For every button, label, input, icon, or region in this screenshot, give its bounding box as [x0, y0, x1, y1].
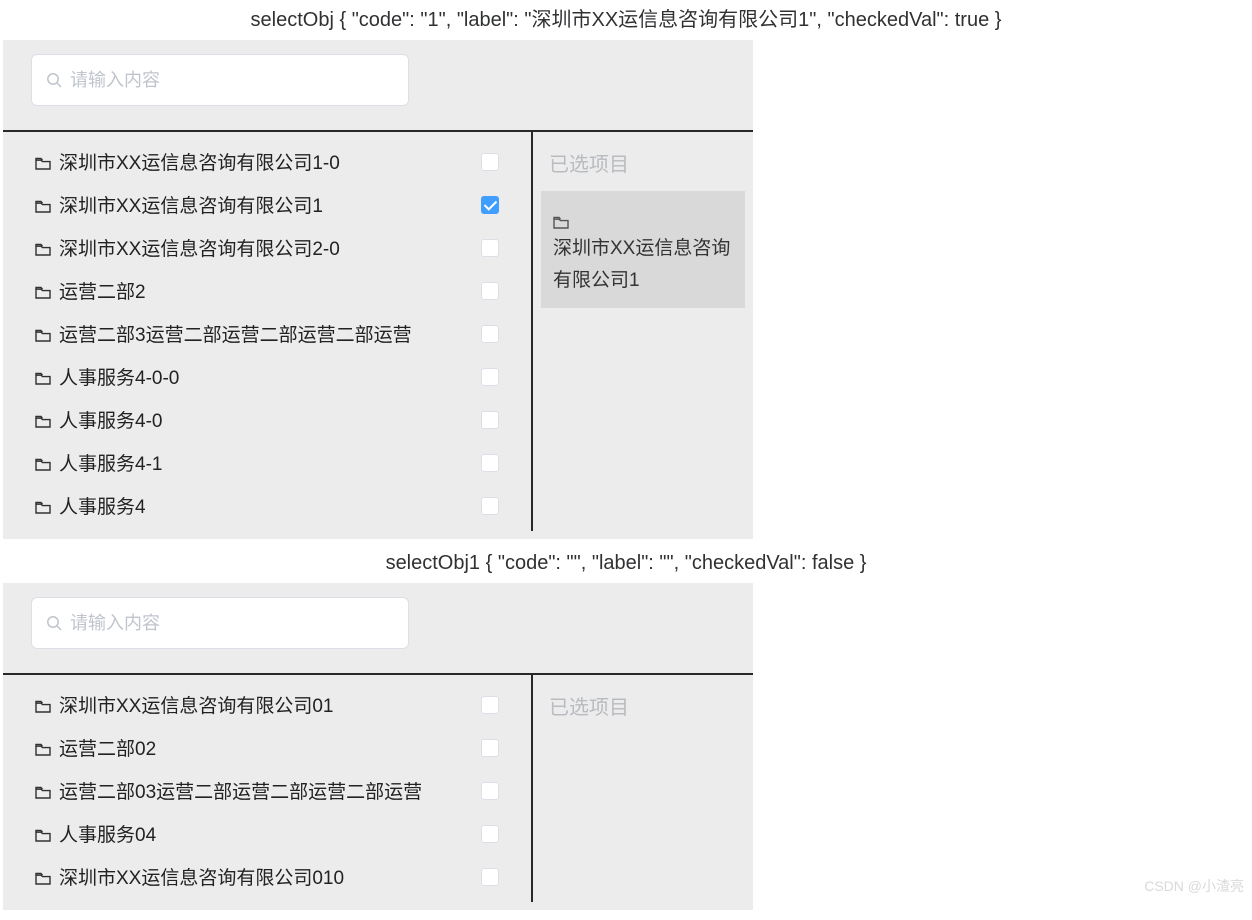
- tree-item[interactable]: 人事服务4-0-0: [3, 355, 531, 398]
- checkbox[interactable]: [481, 368, 499, 386]
- search-input-wrap[interactable]: [31, 597, 409, 649]
- debug-output-1: selectObj { "code": "1", "label": "深圳市XX…: [0, 0, 1252, 38]
- checkbox[interactable]: [481, 325, 499, 343]
- search-icon: [46, 72, 62, 88]
- debug-output-2: selectObj1 { "code": "", "label": "", "c…: [0, 549, 1252, 581]
- tree-item[interactable]: 深圳市XX运信息咨询有限公司2-0: [3, 226, 531, 269]
- selected-header: 已选项目: [533, 142, 753, 191]
- folder-icon: [553, 209, 569, 223]
- checkbox[interactable]: [481, 282, 499, 300]
- tree-item[interactable]: 人事服务4-1: [3, 441, 531, 484]
- select-panel-2: 深圳市XX运信息咨询有限公司01 运营二部02 运营二部03运营二部运营二部运营二部…: [3, 583, 753, 910]
- search-input[interactable]: [70, 613, 394, 634]
- tree-item-label: 人事服务4-1: [59, 449, 473, 476]
- checkbox[interactable]: [481, 196, 499, 214]
- tree-item[interactable]: 深圳市XX运信息咨询有限公司010: [3, 855, 531, 898]
- checkbox[interactable]: [481, 739, 499, 757]
- folder-icon: [35, 413, 51, 427]
- search-input-wrap[interactable]: [31, 54, 409, 106]
- tree-item[interactable]: 人事服务4-0: [3, 398, 531, 441]
- checkbox[interactable]: [481, 411, 499, 429]
- folder-icon: [35, 456, 51, 470]
- checkbox[interactable]: [481, 497, 499, 515]
- search-icon: [46, 615, 62, 631]
- folder-icon: [35, 241, 51, 255]
- tree-item[interactable]: 运营二部3运营二部运营二部运营二部运营: [3, 312, 531, 355]
- search-input[interactable]: [70, 70, 394, 91]
- checkbox[interactable]: [481, 825, 499, 843]
- folder-icon: [35, 870, 51, 884]
- checkbox[interactable]: [481, 239, 499, 257]
- folder-icon: [35, 698, 51, 712]
- checkbox[interactable]: [481, 153, 499, 171]
- checkbox[interactable]: [481, 868, 499, 886]
- folder-icon: [35, 741, 51, 755]
- tree-item-label: 人事服务4-0: [59, 406, 473, 433]
- folder-icon: [35, 284, 51, 298]
- tree-item[interactable]: 运营二部02: [3, 726, 531, 769]
- tree-item-label: 人事服务4-0-0: [59, 363, 473, 390]
- folder-icon: [35, 370, 51, 384]
- tree-item-label: 运营二部3运营二部运营二部运营二部运营: [59, 320, 473, 347]
- tree-list: 深圳市XX运信息咨询有限公司1-0 深圳市XX运信息咨询有限公司1 深圳市XX运信息…: [3, 132, 533, 531]
- tree-item[interactable]: 人事服务4: [3, 484, 531, 527]
- checkbox[interactable]: [481, 782, 499, 800]
- folder-icon: [35, 784, 51, 798]
- tree-item[interactable]: 运营二部2: [3, 269, 531, 312]
- checkbox[interactable]: [481, 696, 499, 714]
- tree-item[interactable]: 运营二部03运营二部运营二部运营二部运营: [3, 769, 531, 812]
- tree-item-label: 人事服务04: [59, 820, 473, 847]
- tree-item-label: 深圳市XX运信息咨询有限公司010: [59, 863, 473, 890]
- selected-panel: 已选项目: [533, 675, 753, 902]
- tree-item-label: 运营二部03运营二部运营二部运营二部运营: [59, 777, 473, 804]
- selected-tag-label: 深圳市XX运信息咨询有限公司1: [553, 233, 735, 298]
- checkbox[interactable]: [481, 454, 499, 472]
- tree-item-label: 深圳市XX运信息咨询有限公司1-0: [59, 148, 473, 175]
- watermark: CSDN @小渣亮: [1144, 876, 1244, 896]
- tree-item-label: 深圳市XX运信息咨询有限公司1: [59, 191, 473, 218]
- folder-icon: [35, 499, 51, 513]
- selected-header: 已选项目: [533, 685, 753, 734]
- selected-panel: 已选项目 深圳市XX运信息咨询有限公司1: [533, 132, 753, 531]
- folder-icon: [35, 155, 51, 169]
- tree-item[interactable]: 人事服务04: [3, 812, 531, 855]
- tree-item-label: 深圳市XX运信息咨询有限公司2-0: [59, 234, 473, 261]
- folder-icon: [35, 327, 51, 341]
- selected-tag[interactable]: 深圳市XX运信息咨询有限公司1: [541, 191, 745, 308]
- tree-item-label: 运营二部2: [59, 277, 473, 304]
- tree-item[interactable]: 深圳市XX运信息咨询有限公司1: [3, 183, 531, 226]
- select-panel-1: 深圳市XX运信息咨询有限公司1-0 深圳市XX运信息咨询有限公司1 深圳市XX运信息…: [3, 40, 753, 539]
- tree-list: 深圳市XX运信息咨询有限公司01 运营二部02 运营二部03运营二部运营二部运营二部…: [3, 675, 533, 902]
- tree-item-label: 人事服务4: [59, 492, 473, 519]
- tree-item-label: 深圳市XX运信息咨询有限公司01: [59, 691, 473, 718]
- folder-icon: [35, 827, 51, 841]
- folder-icon: [35, 198, 51, 212]
- tree-item[interactable]: 深圳市XX运信息咨询有限公司1-0: [3, 140, 531, 183]
- tree-item[interactable]: 深圳市XX运信息咨询有限公司01: [3, 683, 531, 726]
- tree-item-label: 运营二部02: [59, 734, 473, 761]
